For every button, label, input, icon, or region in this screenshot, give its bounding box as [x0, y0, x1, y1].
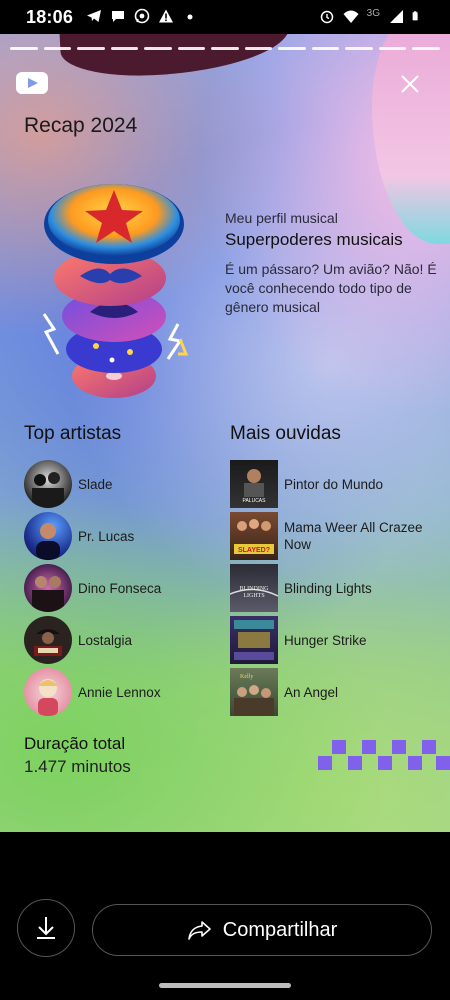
story-progress	[10, 47, 440, 50]
network-type: 3G	[366, 7, 380, 19]
avatar	[24, 616, 72, 664]
song-title: Mama Weer All Crazee Now	[284, 520, 423, 552]
artist-name: Slade	[78, 476, 113, 492]
song-title: Hunger Strike	[284, 632, 367, 648]
artist-name: Annie Lennox	[78, 684, 161, 700]
dot-icon	[187, 14, 193, 20]
avatar	[24, 668, 72, 716]
home-indicator[interactable]	[159, 983, 291, 988]
album-cover	[230, 616, 278, 664]
list-item: Hunger Strike	[230, 614, 440, 666]
battery-icon	[412, 11, 418, 21]
total-duration-value: 1.477 minutos	[24, 757, 131, 776]
share-button[interactable]: Compartilhar	[92, 904, 432, 956]
artist-name: Pr. Lucas	[78, 528, 135, 544]
whatsapp-icon	[134, 8, 150, 24]
list-item: Slade	[24, 458, 224, 510]
album-cover: BLINDING LIGHTS	[230, 564, 278, 612]
list-item: Annie Lennox	[24, 666, 224, 718]
svg-text:BLINDING: BLINDING	[240, 586, 270, 592]
artist-name: Dino Fonseca	[78, 580, 162, 596]
pixel-decoration	[318, 740, 450, 770]
decorative-blob	[58, 34, 292, 80]
telegram-icon	[87, 10, 101, 22]
decorative-blob	[372, 34, 450, 244]
status-bar: 18:06 3G	[0, 0, 450, 34]
svg-text:SLAYED?: SLAYED?	[238, 547, 270, 554]
album-cover: PALUCAS	[230, 460, 278, 508]
list-item: BLINDING LIGHTS Blinding Lights	[230, 562, 440, 614]
album-cover: SLAYED?	[230, 512, 278, 560]
download-icon	[37, 917, 55, 939]
download-button[interactable]	[17, 899, 75, 957]
wifi-icon	[343, 10, 359, 23]
svg-text:Kelly: Kelly	[240, 674, 253, 680]
recap-card: Recap 2024 Meu perfil musical Superpoder…	[0, 34, 450, 832]
list-item: Pr. Lucas	[24, 510, 224, 562]
album-cover: Kelly	[230, 668, 278, 716]
avatar	[24, 564, 72, 612]
status-time: 18:06	[26, 7, 74, 27]
avatar	[24, 460, 72, 508]
svg-text:LIGHTS: LIGHTS	[243, 593, 264, 599]
page-title: Recap 2024	[24, 114, 138, 137]
artist-name: Lostalgia	[78, 632, 133, 648]
warning-icon	[159, 9, 173, 23]
total-duration-label: Duração total	[24, 734, 126, 753]
list-item: Dino Fonseca	[24, 562, 224, 614]
svg-text:PALUCAS: PALUCAS	[243, 498, 267, 504]
chat-icon	[112, 11, 124, 22]
list-item: Kelly An Angel	[230, 666, 440, 718]
song-title: An Angel	[284, 684, 339, 700]
top-songs-list: PALUCAS Pintor do Mundo SLAYED? Mama Wee…	[230, 458, 440, 718]
song-title: Blinding Lights	[284, 580, 372, 596]
top-artists-list: Slade Pr. Lucas Dino Fonseca Lostalgia A…	[24, 458, 224, 718]
avatar	[24, 512, 72, 560]
list-item: Lostalgia	[24, 614, 224, 666]
top-songs-title: Mais ouvidas	[230, 423, 341, 444]
share-label: Compartilhar	[222, 918, 338, 941]
superpowers-illustration	[42, 184, 189, 398]
profile-title: Superpoderes musicais	[225, 230, 403, 249]
alarm-icon	[320, 10, 333, 24]
profile-label: Meu perfil musical	[225, 210, 338, 226]
list-item: SLAYED? Mama Weer All Crazee Now	[230, 510, 440, 562]
share-icon	[187, 921, 211, 940]
profile-description: É um pássaro? Um avião? Não! É você conh…	[225, 261, 437, 315]
close-icon[interactable]	[398, 72, 422, 96]
list-item: PALUCAS Pintor do Mundo	[230, 458, 440, 510]
song-title: Pintor do Mundo	[284, 476, 384, 492]
top-artists-title: Top artistas	[24, 423, 122, 444]
signal-icon	[390, 10, 403, 23]
youtube-icon	[16, 72, 48, 94]
